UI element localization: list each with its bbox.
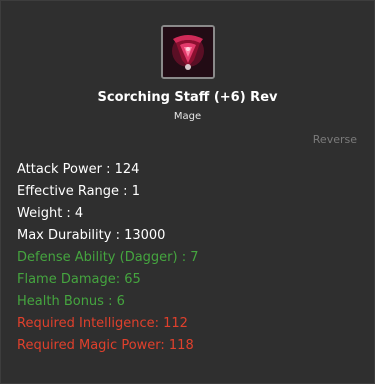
stat-attack-power: Attack Power : 124: [17, 162, 140, 177]
stat-flame-damage: Flame Damage: 65: [17, 272, 141, 287]
stat-weight: Weight : 4: [17, 206, 84, 221]
item-class: Mage: [173, 111, 202, 122]
stat-required-magic-power: Required Magic Power: 118: [17, 338, 194, 353]
stat-max-durability: Max Durability : 13000: [17, 228, 166, 243]
reverse-label: Reverse: [312, 133, 357, 146]
item-icon-frame: [161, 25, 215, 79]
item-stats-list: Attack Power : 124 Effective Range : 1 W…: [17, 159, 199, 357]
item-name: Scorching Staff (+6) Rev: [97, 90, 278, 105]
stat-required-intelligence: Required Intelligence: 112: [17, 316, 188, 331]
stat-defense-ability-dagger: Defense Ability (Dagger) : 7: [17, 250, 199, 265]
staff-icon: [163, 27, 213, 77]
stat-health-bonus: Health Bonus : 6: [17, 294, 125, 309]
stat-effective-range: Effective Range : 1: [17, 184, 140, 199]
item-tooltip: Scorching Staff (+6) Rev Mage Reverse At…: [0, 0, 375, 384]
